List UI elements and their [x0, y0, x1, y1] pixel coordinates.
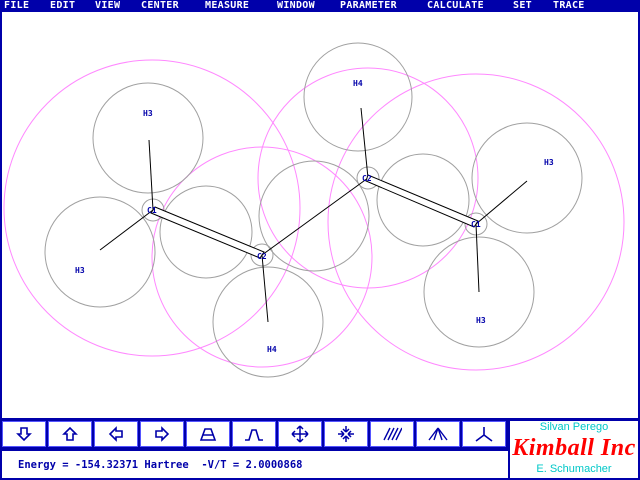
- shrink-button[interactable]: [324, 421, 368, 447]
- double-bond-c2b-c1b: [365, 174, 479, 228]
- move-icon: [291, 425, 309, 443]
- bond-c1a-h3b: [99, 209, 154, 251]
- atom-label[interactable]: H4: [267, 345, 277, 354]
- view-toolbar: [2, 421, 508, 449]
- menu-trace[interactable]: TRACE: [553, 0, 585, 11]
- atom-label[interactable]: H3: [476, 316, 486, 325]
- hatch-button[interactable]: [370, 421, 414, 447]
- arrow-up-icon: [62, 426, 78, 441]
- menu-edit[interactable]: EDIT: [50, 0, 75, 11]
- rotate-up-button[interactable]: [48, 421, 92, 447]
- axes-button[interactable]: [462, 421, 506, 447]
- company-logo: Kimball Inc: [512, 435, 636, 461]
- status-bar: Energy = -154.32371 Hartree -V/T = 2.000…: [2, 451, 508, 478]
- author-credit: Silvan Perego: [539, 421, 609, 433]
- arrow-right-icon: [155, 426, 170, 442]
- energy-readout: Energy = -154.32371 Hartree -V/T = 2.000…: [18, 458, 303, 471]
- arrow-left-icon: [108, 426, 123, 442]
- sphere-h4a: [303, 42, 413, 152]
- menu-set[interactable]: SET: [513, 0, 532, 11]
- menu-parameter[interactable]: PARAMETER: [340, 0, 397, 11]
- rotate-right-button[interactable]: [140, 421, 184, 447]
- rotate-down-button[interactable]: [2, 421, 46, 447]
- axes-icon: [475, 427, 493, 442]
- move-button[interactable]: [278, 421, 322, 447]
- double-bond-c1a-c2a: [150, 206, 265, 259]
- shrink-icon: [338, 426, 354, 442]
- atom-label[interactable]: C1: [147, 206, 157, 215]
- arrow-down-icon: [16, 427, 32, 442]
- author-credit: E. Schumacher: [536, 463, 612, 475]
- menu-window[interactable]: WINDOW: [277, 0, 315, 11]
- menu-calculate[interactable]: CALCULATE: [427, 0, 484, 11]
- atom-label[interactable]: C1: [471, 220, 481, 229]
- perspective-icon: [428, 427, 448, 441]
- branding-panel: Silvan Perego Kimball Inc E. Schumacher: [510, 421, 638, 478]
- hatch-icon: [383, 427, 402, 441]
- atom-label[interactable]: C2: [362, 174, 372, 183]
- atom-label[interactable]: H3: [75, 266, 85, 275]
- menu-measure[interactable]: MEASURE: [205, 0, 249, 11]
- tilt-back-icon: [245, 429, 263, 441]
- perspective-button[interactable]: [416, 421, 460, 447]
- tilt-forward-button[interactable]: [186, 421, 230, 447]
- sphere-c2a: [258, 160, 370, 272]
- rotate-left-button[interactable]: [94, 421, 138, 447]
- atom-label[interactable]: H3: [143, 109, 153, 118]
- menu-view[interactable]: VIEW: [95, 0, 120, 11]
- tilt-back-button[interactable]: [232, 421, 276, 447]
- atom-label[interactable]: H3: [544, 158, 554, 167]
- menu-center[interactable]: CENTER: [141, 0, 179, 11]
- bond-c2a-c2b: [261, 177, 369, 256]
- menu-file[interactable]: FILE: [4, 0, 29, 11]
- sphere-h3c: [471, 122, 583, 234]
- bond-c1b-h3c: [475, 180, 528, 225]
- atom-label[interactable]: C2: [257, 252, 267, 261]
- sphere-h3b: [44, 196, 156, 308]
- menu-bar: FILE EDIT VIEW CENTER MEASURE WINDOW PAR…: [0, 0, 640, 11]
- molecule-canvas[interactable]: C1 C2 C2 C1 H3 H3 H4 H4 H3 H3: [2, 12, 638, 418]
- tilt-forward-icon: [199, 428, 217, 441]
- atom-label[interactable]: H4: [353, 79, 363, 88]
